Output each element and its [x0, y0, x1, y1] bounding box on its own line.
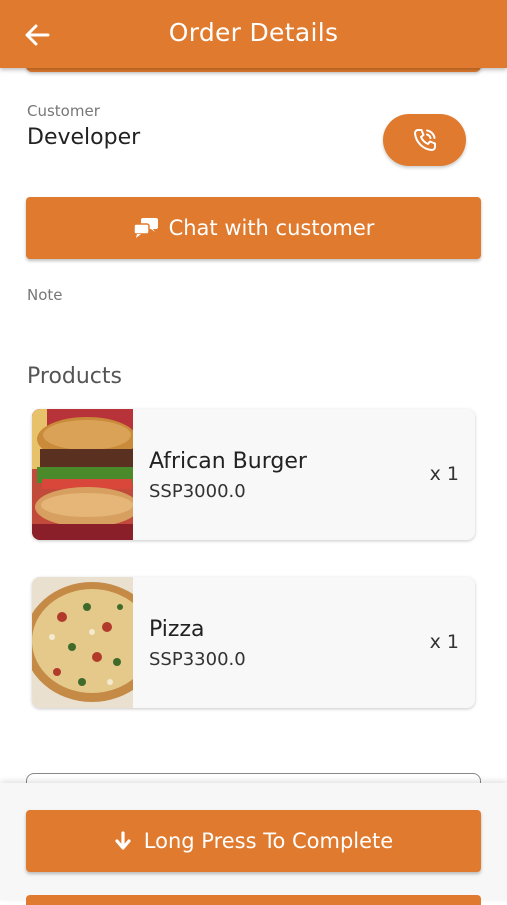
product-price: SSP3300.0	[149, 649, 246, 670]
chat-button-label: Chat with customer	[168, 216, 375, 240]
call-customer-button[interactable]	[383, 114, 466, 166]
phone-call-icon	[413, 129, 436, 151]
product-quantity: x 1	[429, 631, 459, 653]
product-price: SSP3000.0	[149, 481, 246, 502]
product-card[interactable]: African Burger SSP3000.0 x 1	[32, 409, 475, 540]
long-press-complete-button[interactable]: Long Press To Complete	[26, 810, 481, 872]
customer-name: Developer	[27, 125, 141, 150]
arrow-down-icon	[115, 831, 131, 850]
products-heading: Products	[27, 364, 122, 389]
pizza-image	[32, 577, 133, 708]
chat-bubbles-icon	[132, 218, 158, 238]
customer-label: Customer	[27, 102, 100, 120]
chat-with-customer-button[interactable]: Chat with customer	[26, 197, 481, 259]
app-bar: Order Details	[0, 0, 507, 68]
product-quantity: x 1	[429, 463, 459, 485]
product-card[interactable]: Pizza SSP3300.0 x 1	[32, 577, 475, 708]
note-label: Note	[27, 286, 63, 304]
page-title: Order Details	[168, 18, 339, 47]
bottom-peek-bar	[26, 895, 481, 905]
complete-button-label: Long Press To Complete	[143, 829, 394, 853]
burger-image	[32, 409, 133, 540]
product-name: Pizza	[149, 617, 205, 642]
product-name: African Burger	[149, 449, 307, 474]
